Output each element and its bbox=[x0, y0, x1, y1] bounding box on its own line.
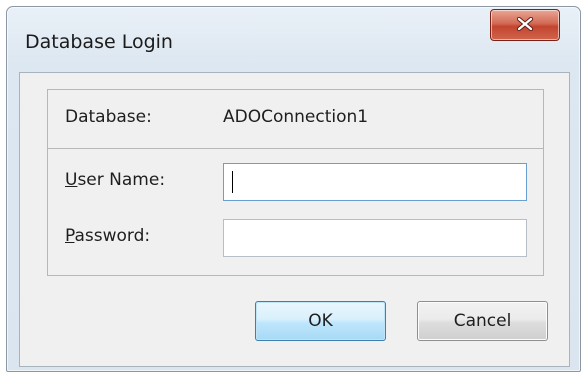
login-group-box: Database: ADOConnection1 User Name: Pass… bbox=[47, 89, 544, 276]
password-mnemonic: P bbox=[65, 226, 75, 246]
group-divider bbox=[48, 148, 543, 149]
user-name-input[interactable] bbox=[223, 163, 527, 201]
dialog-title: Database Login bbox=[25, 31, 173, 53]
user-name-label: User Name: bbox=[65, 170, 165, 190]
password-label: Password: bbox=[65, 226, 150, 246]
password-input[interactable] bbox=[223, 219, 527, 257]
user-name-label-text: ser Name: bbox=[77, 170, 166, 190]
database-label: Database: bbox=[65, 107, 152, 127]
ok-button[interactable]: OK bbox=[255, 301, 386, 341]
database-value: ADOConnection1 bbox=[223, 107, 369, 127]
close-x-icon bbox=[515, 16, 535, 35]
close-button[interactable] bbox=[490, 9, 560, 41]
cancel-button[interactable]: Cancel bbox=[417, 301, 548, 341]
database-login-dialog: Database Login Database: ADOConnection1 … bbox=[6, 6, 581, 372]
password-label-text: assword: bbox=[74, 226, 151, 246]
user-name-mnemonic: U bbox=[65, 170, 78, 190]
text-caret bbox=[232, 171, 233, 193]
dialog-body: Database: ADOConnection1 User Name: Pass… bbox=[19, 72, 570, 367]
